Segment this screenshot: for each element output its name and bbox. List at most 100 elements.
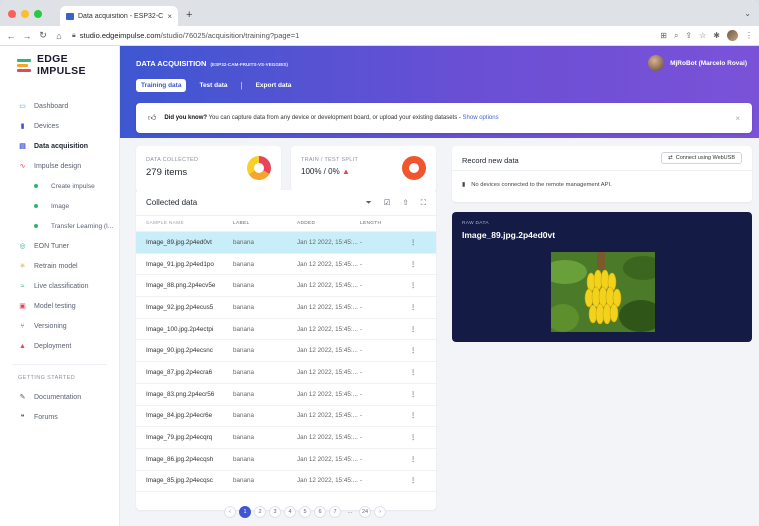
tab-test-data[interactable]: Test data — [194, 79, 232, 92]
sidebar-item-image[interactable]: Image — [0, 196, 119, 216]
table-row[interactable]: Image_87.jpg.2p4ecra6 banana Jan 12 2022, … — [136, 362, 436, 384]
table-row[interactable]: Image_100.jpg.2p4ectpi banana Jan 12 2022,… — [136, 319, 436, 341]
page-button[interactable]: 2 — [254, 506, 266, 518]
browser-menu-icon[interactable]: ⋮ — [745, 31, 753, 40]
last-page-button[interactable]: 24 — [359, 506, 371, 518]
table-row[interactable]: Image_86.jpg.2p4ecqsh banana Jan 12 2022, … — [136, 449, 436, 471]
row-menu-icon[interactable]: ⋮ — [408, 326, 418, 333]
select-icon[interactable]: ☑ — [384, 198, 391, 208]
close-window-button[interactable] — [8, 10, 16, 18]
show-options-link[interactable]: Show options — [463, 115, 499, 121]
sample-length: - — [360, 325, 363, 333]
sample-name: Image_79.jpg.2p4ecqrq — [146, 434, 213, 442]
page-button[interactable]: 5 — [299, 506, 311, 518]
col-added[interactable]: ADDED — [297, 221, 360, 226]
sidebar-item-versioning[interactable]: ⑂ Versioning — [0, 316, 119, 336]
sidebar-item-eon-tuner[interactable]: ◎ EON Tuner — [0, 236, 119, 256]
record-new-data-card: Record new data ⇄ Connect using WebUSB ▮ N… — [452, 146, 752, 202]
next-page-button[interactable]: › — [374, 506, 386, 518]
sample-added: Jan 12 2022, 15:45:... — [297, 303, 358, 311]
browser-profile-avatar[interactable] — [727, 30, 738, 41]
bookmark-star-icon[interactable]: ☆ — [699, 31, 706, 40]
sidebar-item-dashboard[interactable]: ▭ Dashboard — [0, 96, 119, 116]
upload-icon[interactable]: ⇧ — [402, 198, 408, 208]
row-menu-icon[interactable]: ⋮ — [408, 434, 418, 441]
sidebar-item-transfer-learning[interactable]: Transfer Learning (I... — [0, 216, 119, 236]
table-row[interactable]: Image_91.jpg.2p4ed1po banana Jan 12 2022, … — [136, 254, 436, 276]
sidebar-item-model-testing[interactable]: ▣ Model testing — [0, 296, 119, 316]
table-row[interactable]: Image_88.png.2p4ecv5e banana Jan 12 2022, … — [136, 275, 436, 298]
browser-tab[interactable]: Data acquisition - ESP32-CAM × — [60, 6, 178, 26]
testing-icon: ▣ — [19, 303, 26, 310]
sidebar-item-live-classification[interactable]: ≈ Live classification — [0, 276, 119, 296]
page-button[interactable]: 6 — [314, 506, 326, 518]
brand-name: EDGE IMPULSE — [37, 53, 86, 77]
row-menu-icon[interactable]: ⋮ — [408, 369, 418, 376]
sidebar-item-create-impulse[interactable]: Create impulse — [0, 176, 119, 196]
col-sample-name[interactable]: SAMPLE NAME — [146, 221, 233, 226]
project-name: (ESP32-CAM-FRUITS-VS-VEGGIES) — [210, 62, 288, 67]
table-toolbar: ⏷ ☑ ⇧ ⛶ — [366, 198, 426, 208]
sample-label: banana — [233, 368, 255, 376]
reload-icon[interactable]: ↻ — [38, 30, 48, 41]
row-menu-icon[interactable]: ⋮ — [408, 347, 418, 354]
col-label[interactable]: LABEL — [233, 221, 297, 226]
table-header: SAMPLE NAME LABEL ADDED LENGTH — [136, 216, 436, 232]
sidebar-divider — [12, 364, 107, 365]
row-menu-icon[interactable]: ⋮ — [408, 477, 418, 484]
row-menu-icon[interactable]: ⋮ — [408, 261, 418, 268]
row-menu-icon[interactable]: ⋮ — [408, 412, 418, 419]
tab-export-data[interactable]: Export data — [251, 79, 297, 92]
device-icon: ▮ — [20, 123, 25, 130]
sidebar-item-retrain-model[interactable]: ✳ Retrain model — [0, 256, 119, 276]
connect-webusb-button[interactable]: ⇄ Connect using WebUSB — [661, 152, 742, 164]
row-menu-icon[interactable]: ⋮ — [408, 456, 418, 463]
table-row[interactable]: Image_84.jpg.2p4ecr6e banana Jan 12 2022, … — [136, 406, 436, 428]
extensions-icon[interactable]: ✱ — [713, 31, 720, 40]
train-test-split-label: TRAIN / TEST SPLIT — [301, 157, 359, 163]
tab-search-chevron-icon[interactable]: ⌄ — [744, 9, 751, 18]
sidebar-item-documentation[interactable]: ✎ Documentation — [0, 387, 119, 407]
sidebar-item-forums[interactable]: ❝ Forums — [0, 407, 119, 427]
page-button[interactable]: 4 — [284, 506, 296, 518]
sidebar-item-deployment[interactable]: ▲ Deployment — [0, 336, 119, 356]
back-arrow-icon[interactable]: ← — [6, 31, 16, 41]
close-icon[interactable]: × — [735, 114, 740, 123]
row-menu-icon[interactable]: ⋮ — [408, 282, 418, 289]
home-icon[interactable]: ⌂ — [54, 31, 64, 41]
expand-icon[interactable]: ⛶ — [421, 198, 426, 208]
sidebar-item-impulse-design[interactable]: ∿ Impulse design — [0, 156, 119, 176]
tab-training-data[interactable]: Training data — [136, 79, 187, 92]
sample-name: Image_100.jpg.2p4ectpi — [146, 325, 214, 333]
sidebar-item-devices[interactable]: ▮ Devices — [0, 116, 119, 136]
page-button[interactable]: 7 — [329, 506, 341, 518]
prev-page-button[interactable]: ‹ — [224, 506, 236, 518]
table-row[interactable]: Image_92.jpg.2p4ecus5 banana Jan 12 2022, … — [136, 297, 436, 319]
row-menu-icon[interactable]: ⋮ — [408, 391, 418, 398]
page-button[interactable]: 1 — [239, 506, 251, 518]
minimize-window-button[interactable] — [21, 10, 29, 18]
table-row[interactable]: Image_90.jpg.2p4ecsnc banana Jan 12 2022, … — [136, 340, 436, 363]
col-length[interactable]: LENGTH — [360, 221, 408, 226]
new-tab-button[interactable]: + — [186, 9, 192, 21]
translate-icon[interactable]: ⊞ — [660, 31, 667, 40]
tab-close-icon[interactable]: × — [167, 12, 172, 21]
row-menu-icon[interactable]: ⋮ — [408, 304, 418, 311]
share-icon[interactable]: ⇪ — [685, 31, 692, 40]
table-row[interactable]: Image_79.jpg.2p4ecqrq banana Jan 12 2022, … — [136, 427, 436, 449]
zoom-icon[interactable]: ⌕ — [674, 31, 678, 41]
row-menu-icon[interactable]: ⋮ — [408, 239, 418, 246]
table-row[interactable]: Image_85.jpg.2p4ecqsc banana Jan 12 2022, … — [136, 471, 436, 493]
sidebar-item-data-acquisition[interactable]: ▤ Data acquisition — [0, 136, 119, 156]
sample-length: - — [360, 477, 363, 485]
banana-bunch-illustration — [551, 252, 655, 332]
user-menu[interactable]: MjRoBot (Marcelo Rovai) — [648, 55, 747, 71]
page-button[interactable]: 3 — [269, 506, 281, 518]
logo[interactable]: EDGE IMPULSE — [0, 46, 119, 84]
filter-icon[interactable]: ⏷ — [366, 198, 372, 208]
table-row[interactable]: Image_83.png.2p4ecr56 banana Jan 12 2022, … — [136, 384, 436, 406]
url-field[interactable]: 🔒︎ studio.edgeimpulse.com/studio/76025/a… — [70, 29, 654, 43]
forward-arrow-icon[interactable]: → — [22, 31, 32, 41]
maximize-window-button[interactable] — [34, 10, 42, 18]
table-row[interactable]: Image_89.jpg.2p4ed0vt banana Jan 12 2022, … — [136, 232, 436, 254]
